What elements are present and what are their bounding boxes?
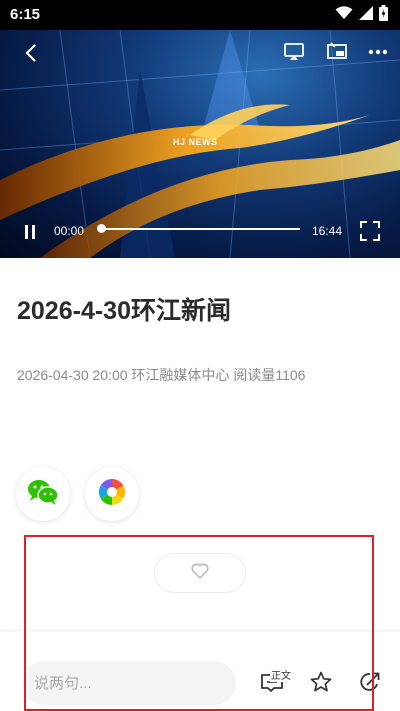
signal-icon (359, 5, 373, 25)
article-meta: 2026-04-30 20:00 环江融媒体中心 阅读量1106 (17, 367, 306, 383)
more-icon[interactable] (365, 40, 391, 64)
wechat-share-button[interactable] (16, 467, 70, 521)
section-divider (0, 629, 400, 632)
wifi-icon (335, 5, 353, 25)
favorite-button[interactable] (307, 670, 335, 698)
progress-track[interactable] (100, 228, 300, 230)
like-button[interactable] (154, 553, 246, 593)
share-icon (359, 671, 381, 698)
moments-share-button[interactable] (85, 467, 139, 521)
pause-icon[interactable] (18, 220, 42, 244)
airplay-icon[interactable] (282, 40, 306, 64)
status-time: 6:15 (10, 6, 41, 23)
article-title: 2026-4-30环江新闻 (17, 297, 231, 325)
duration: 16:44 (312, 224, 343, 238)
battery-icon (379, 4, 388, 26)
status-icons (335, 4, 388, 26)
back-icon[interactable] (18, 40, 44, 66)
heart-icon (191, 563, 209, 584)
progress-knob[interactable] (97, 224, 106, 233)
fullscreen-icon[interactable] (358, 219, 382, 243)
moments-icon (98, 478, 126, 511)
status-bar: 6:15 (0, 0, 400, 30)
zhengwen-label: 正文 (270, 667, 292, 682)
share-button[interactable] (356, 670, 384, 698)
current-time: 00:00 (54, 224, 85, 238)
comment-input[interactable] (22, 661, 236, 705)
star-icon (310, 671, 332, 698)
wechat-icon (27, 479, 59, 510)
pip-icon[interactable] (325, 39, 349, 63)
video-player[interactable]: HJ NEWS 00:00 16:44 (0, 30, 400, 258)
video-logo: HJ NEWS (173, 137, 218, 147)
